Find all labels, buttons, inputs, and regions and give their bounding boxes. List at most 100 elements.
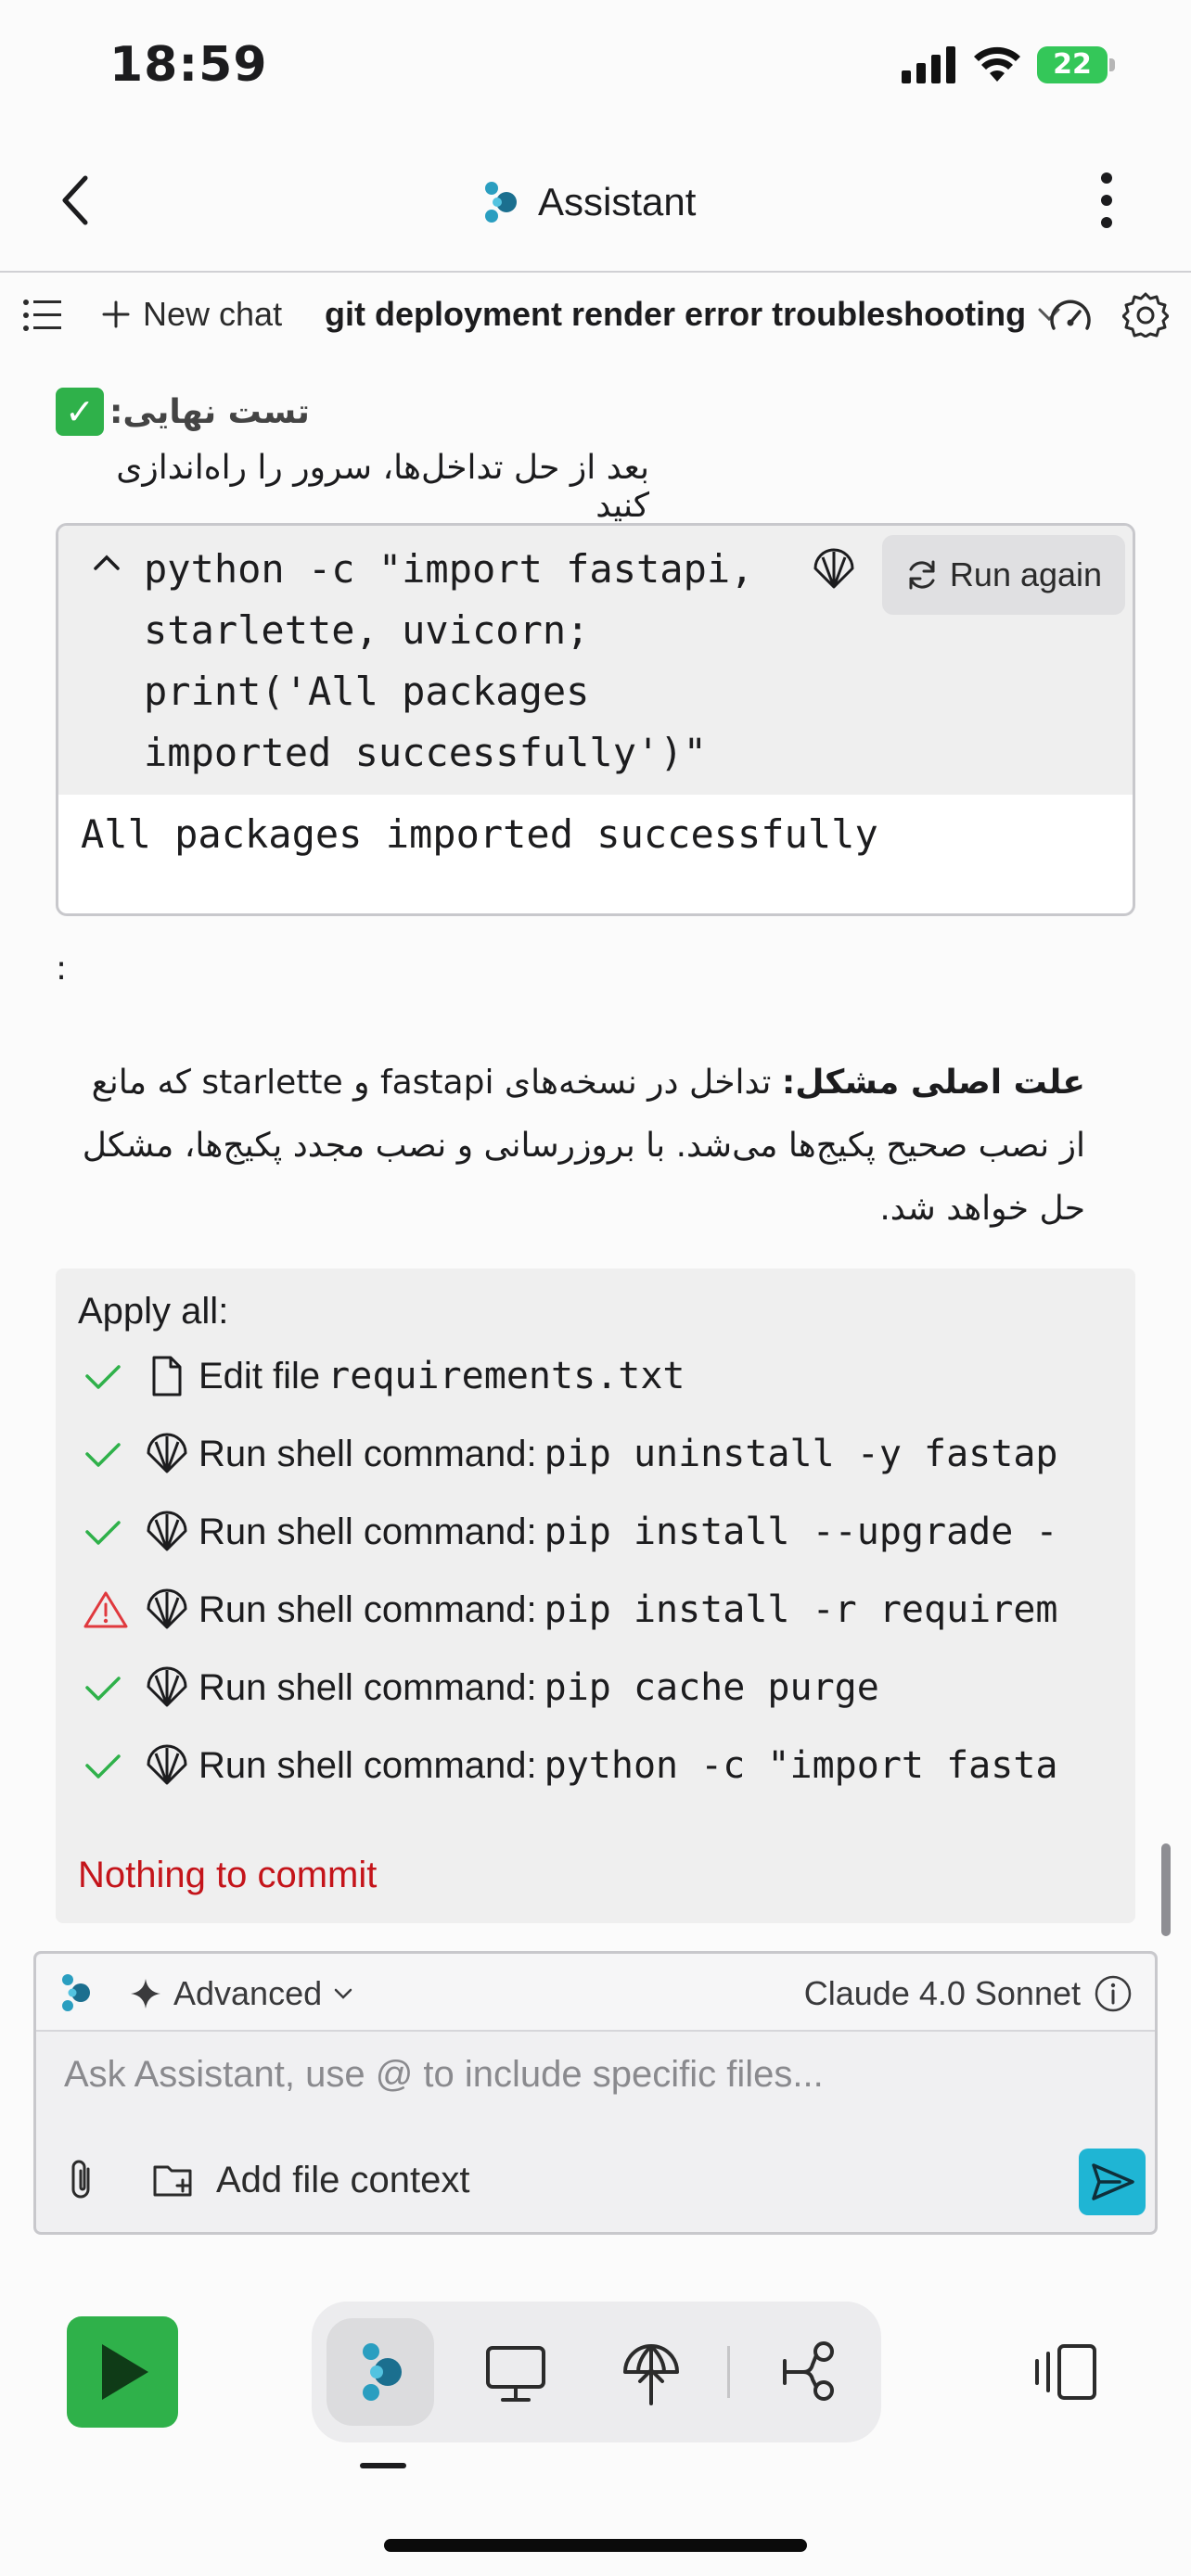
run-again-button[interactable]: Run again — [882, 535, 1125, 615]
apply-row-label: Run shell command: — [198, 1666, 537, 1708]
apply-row-label: Run shell command: — [198, 1433, 537, 1474]
mode-label: Advanced — [173, 1974, 323, 2012]
nav-active-indicator — [360, 2463, 406, 2468]
run-again-label: Run again — [949, 555, 1103, 593]
nav-deploy[interactable] — [597, 2318, 705, 2426]
back-icon[interactable] — [56, 172, 96, 228]
apply-row[interactable]: Run shell command: pip cache purge — [78, 1660, 1126, 1715]
split-view-icon[interactable] — [1028, 2340, 1102, 2404]
final-test-subtext: بعد از حل تداخل‌ها، سرور را راه‌اندازی ک… — [116, 449, 649, 525]
mode-selector[interactable]: Advanced — [129, 1970, 353, 2017]
info-icon[interactable] — [1094, 1974, 1133, 2013]
apply-row-command: requirements.txt — [327, 1355, 685, 1397]
battery-level: 22 — [1037, 46, 1108, 83]
chat-input-panel: Advanced Claude 4.0 Sonnet Ask Assistant… — [33, 1951, 1158, 2235]
apply-row[interactable]: Edit file requirements.txt — [78, 1348, 1126, 1404]
apply-row-command: python -c "import fasta — [544, 1744, 1058, 1787]
apply-all-panel: Apply all: Edit file requirements.txt Ru… — [56, 1269, 1135, 1923]
assistant-logo-icon — [363, 2343, 402, 2401]
shell-icon — [147, 1511, 187, 1551]
add-file-context-button[interactable]: Add file context — [151, 2152, 470, 2208]
check-icon — [85, 1754, 121, 1779]
nav-assistant[interactable] — [327, 2318, 434, 2426]
caret-up-icon[interactable] — [90, 546, 123, 580]
refresh-icon — [909, 560, 935, 590]
shell-icon — [147, 1666, 187, 1707]
final-test-heading: ✓ تست نهایی: — [56, 386, 310, 438]
status-time: 18:59 — [109, 37, 268, 93]
apply-row-command: pip cache purge — [544, 1666, 879, 1709]
send-icon — [1092, 2163, 1134, 2200]
play-icon — [102, 2344, 148, 2400]
check-icon — [85, 1443, 121, 1467]
code-block: python -c "import fastapi, starlette, uv… — [56, 523, 1135, 916]
scrollbar[interactable] — [1161, 1843, 1171, 1936]
header-title-group: Assistant — [482, 174, 696, 230]
apply-row[interactable]: Run shell command: pip install -r requir… — [78, 1582, 1126, 1638]
gauge-icon[interactable] — [1048, 295, 1093, 336]
final-test-heading-text: تست نهایی: — [109, 392, 310, 431]
status-bar: 18:59 22 — [0, 0, 1191, 130]
apply-row-command: pip install -r requirem — [544, 1588, 1058, 1631]
bottom-nav — [312, 2302, 881, 2442]
apply-row-command: pip uninstall -y fastap — [544, 1433, 1058, 1475]
folder-plus-icon — [153, 2165, 192, 2197]
chat-content: ✓ تست نهایی: بعد از حل تداخل‌ها، سرور را… — [0, 356, 1191, 1932]
git-icon — [783, 2341, 834, 2401]
gear-icon[interactable] — [1122, 291, 1169, 338]
nav-divider — [727, 2346, 730, 2398]
input-panel-header: Advanced Claude 4.0 Sonnet — [36, 1954, 1155, 2032]
deploy-icon — [623, 2344, 679, 2405]
apply-row[interactable]: Run shell command: pip uninstall -y fast… — [78, 1426, 1126, 1482]
add-file-context-label: Add file context — [216, 2159, 470, 2200]
assistant-logo-icon — [62, 1974, 90, 2011]
apply-row[interactable]: Run shell command: python -c "import fas… — [78, 1738, 1126, 1793]
app-header: Assistant — [0, 130, 1191, 273]
list-icon[interactable] — [22, 299, 63, 332]
apply-row-label: Run shell command: — [198, 1588, 537, 1630]
chat-input[interactable]: Ask Assistant, use @ to include specific… — [64, 2054, 824, 2096]
check-mark-icon: ✓ — [56, 388, 104, 436]
shell-icon — [813, 548, 854, 589]
apply-row[interactable]: Run shell command: pip install --upgrade… — [78, 1504, 1126, 1560]
shell-icon — [147, 1744, 187, 1785]
new-chat-label: New chat — [143, 295, 283, 333]
check-icon — [85, 1521, 121, 1545]
shell-icon — [147, 1433, 187, 1473]
paperclip-icon[interactable] — [62, 2158, 103, 2202]
root-cause-label: علت اصلی مشکل: — [781, 1064, 1085, 1102]
apply-row-label: Edit file — [198, 1355, 321, 1396]
signal-icon — [902, 46, 955, 83]
wifi-icon — [974, 46, 1020, 82]
warning-icon — [83, 1591, 128, 1628]
code-command-area: python -c "import fastapi, starlette, uv… — [58, 526, 1133, 795]
send-button[interactable] — [1079, 2149, 1146, 2215]
desktop-icon — [486, 2346, 545, 2402]
new-chat-button[interactable]: New chat — [102, 291, 282, 338]
colon-text: : — [56, 950, 68, 988]
chevron-down-icon — [334, 1988, 352, 1999]
sparkle-icon — [131, 1979, 160, 2009]
nav-preview[interactable] — [462, 2318, 570, 2426]
chat-title: git deployment render error troubleshoot… — [325, 295, 1027, 333]
apply-row-label: Run shell command: — [198, 1511, 537, 1552]
code-output: All packages imported successfully — [81, 811, 878, 857]
check-icon — [85, 1677, 121, 1701]
chat-toolbar: New chat git deployment render error tro… — [0, 274, 1191, 356]
run-button[interactable] — [67, 2316, 178, 2428]
model-selector[interactable]: Claude 4.0 Sonnet — [804, 1970, 1133, 2017]
nothing-to-commit-text: Nothing to commit — [78, 1855, 378, 1895]
code-command: python -c "import fastapi, starlette, uv… — [144, 546, 754, 775]
home-indicator — [384, 2539, 807, 2552]
apply-row-label: Run shell command: — [198, 1744, 537, 1786]
nav-git[interactable] — [757, 2318, 864, 2426]
more-icon[interactable] — [1093, 171, 1121, 230]
shell-icon — [147, 1588, 187, 1629]
plus-icon — [102, 300, 130, 328]
file-icon — [152, 1356, 182, 1396]
chat-title-dropdown[interactable]: git deployment render error troubleshoot… — [325, 291, 1061, 338]
assistant-logo-icon — [485, 182, 517, 223]
model-label: Claude 4.0 Sonnet — [803, 1974, 1081, 2012]
apply-all-title: Apply all: — [78, 1291, 229, 1332]
root-cause-paragraph: علت اصلی مشکل: تداخل در نسخه‌های fastapi… — [56, 1052, 1085, 1241]
